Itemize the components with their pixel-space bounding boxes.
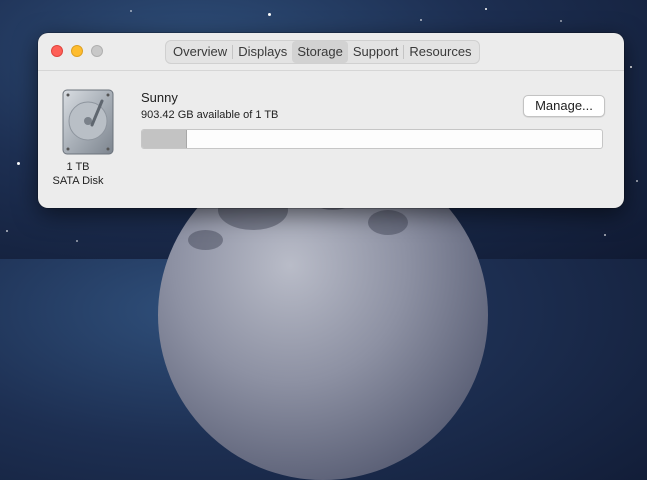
star xyxy=(6,230,8,232)
tab-displays[interactable]: Displays xyxy=(233,41,292,63)
zoom-button[interactable] xyxy=(91,45,103,57)
disk-type-label: SATA Disk xyxy=(52,175,104,187)
star xyxy=(560,20,562,22)
minimize-button[interactable] xyxy=(71,45,83,57)
storage-usage-bar xyxy=(141,129,603,149)
tab-resources[interactable]: Resources xyxy=(404,41,476,63)
tab-storage[interactable]: Storage xyxy=(292,41,348,63)
star xyxy=(268,13,271,16)
star xyxy=(130,10,132,12)
tab-support[interactable]: Support xyxy=(348,41,404,63)
storage-used-segment xyxy=(142,130,187,148)
tab-overview[interactable]: Overview xyxy=(168,41,232,63)
star xyxy=(420,19,422,21)
star xyxy=(485,8,487,10)
availability-text: 903.42 GB available of 1 TB xyxy=(141,109,279,121)
disk-capacity-label: 1 TB xyxy=(66,161,90,173)
star xyxy=(630,66,632,68)
star xyxy=(76,240,78,242)
manage-button[interactable]: Manage... xyxy=(523,95,605,117)
system-info-window: Overview Displays Storage Support Resour… xyxy=(38,33,624,208)
close-button[interactable] xyxy=(51,45,63,57)
titlebar-divider xyxy=(38,70,624,71)
star xyxy=(636,180,638,182)
volume-name: Sunny xyxy=(141,90,178,105)
traffic-lights xyxy=(51,45,103,57)
tab-bar: Overview Displays Storage Support Resour… xyxy=(165,40,480,64)
star xyxy=(17,162,20,165)
star xyxy=(604,234,606,236)
hard-disk-icon xyxy=(62,89,114,155)
